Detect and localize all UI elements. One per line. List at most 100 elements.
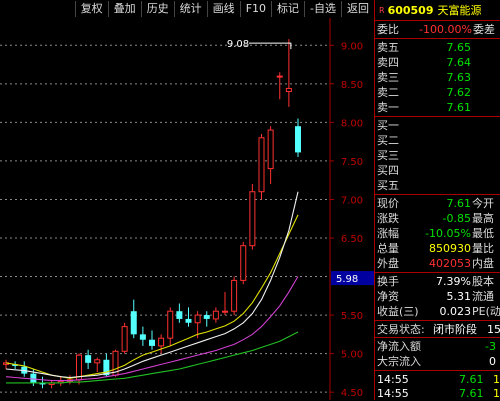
sell-level-price[interactable]: 7.63 (447, 70, 472, 85)
bulk-inflow-row: 大宗流入 0 (375, 354, 500, 369)
tick-row: 14:55 7.61 1 (375, 386, 500, 401)
candle-body (185, 318, 192, 323)
sell-level-price[interactable]: 7.62 (447, 85, 472, 100)
trade-status-label: 交易状态: (377, 323, 425, 336)
candle-body (149, 339, 155, 346)
quote-stat-value: -10.05% (425, 227, 471, 240)
buy-level-label: 买一 (377, 119, 399, 132)
candle-body (94, 359, 101, 364)
chart-toolbar: 复权 叠加 历史 统计 画线 F10 标记 -自选 返回 (0, 0, 374, 18)
quote-stat-right-label: 量比 (472, 242, 494, 255)
quote-stat-row: 总量 850930 量比 (375, 241, 500, 256)
bulk-inflow-value: 0 (489, 355, 496, 368)
fundamental-row: 换手 7.39% 股本 (375, 274, 500, 289)
sell-level-row: 卖四 7.64 (375, 55, 500, 70)
quote-stat-right-label: 最低 (472, 227, 494, 240)
divider (375, 370, 500, 371)
back-button[interactable]: 返回 (341, 1, 374, 17)
fundamental-right-label: 流通 (472, 290, 494, 303)
quote-stat-right-label: 今开 (472, 197, 494, 210)
sell-level-row: 卖五 7.65 (375, 40, 500, 55)
y-tick-label: 8.50 (341, 80, 363, 91)
fundamental-value: 7.39% (436, 275, 471, 288)
candle-body (203, 315, 210, 319)
fundamental-right-label: PE(动 (472, 305, 500, 318)
history-button[interactable]: 历史 (140, 1, 174, 17)
weicha-label: 委差 (473, 23, 495, 36)
tick-time: 14:55 (377, 387, 409, 400)
statistics-button[interactable]: 统计 (173, 1, 207, 17)
trade-status-value: 闭市阶段 (433, 323, 477, 336)
weibi-label: 委比 (377, 23, 399, 36)
quote-stat-right-label: 最高 (472, 212, 494, 225)
tick-row: 14:55 7.61 1 (375, 372, 500, 387)
quote-stat-row: 涨跌 -0.85 最高 (375, 211, 500, 226)
fundamental-right-label: 股本 (472, 275, 494, 288)
quote-stat-label: 总量 (377, 242, 399, 255)
candle-body (276, 75, 283, 78)
divider (375, 194, 500, 195)
stock-code[interactable]: 600509 (388, 4, 434, 17)
remove-watchlist-button[interactable]: -自选 (304, 1, 341, 17)
sell-level-price[interactable]: 7.65 (447, 40, 472, 55)
buy-level-row: 买一 (375, 118, 500, 133)
candle-body (258, 137, 265, 193)
weibi-row: 委比 -100.00% 委差 (375, 22, 500, 37)
sell-level-label: 卖五 (377, 41, 399, 54)
sell-level-row: 卖二 7.62 (375, 85, 500, 100)
sell-level-price[interactable]: 7.61 (447, 100, 472, 115)
divider (375, 20, 500, 21)
candle-body (30, 373, 37, 383)
ma-magenta-line (5, 276, 299, 382)
fuquan-button[interactable]: 复权 (74, 1, 108, 17)
mark-button[interactable]: 标记 (271, 1, 304, 17)
quote-stat-row: 现价 7.61 今开 (375, 196, 500, 211)
quote-stat-right-label: 内盘 (472, 257, 494, 270)
buy-level-row: 买五 (375, 178, 500, 193)
stock-name[interactable]: 天富能源 (438, 2, 482, 18)
candle-body (130, 311, 137, 335)
tick-volume: 1 (493, 387, 500, 400)
quote-stat-row: 涨幅 -10.05% 最低 (375, 226, 500, 241)
divider (375, 272, 500, 273)
sell-level-label: 卖三 (377, 71, 399, 84)
fundamental-value: 0.023 (439, 305, 472, 318)
quote-stat-value: -0.85 (442, 212, 471, 225)
divider (375, 337, 500, 338)
y-tick-label: 5.50 (341, 311, 363, 322)
quote-stat-value: 402053 (429, 257, 471, 270)
y-tick-label: 7.50 (341, 157, 363, 168)
sell-level-price[interactable]: 7.64 (447, 55, 472, 70)
draw-line-button[interactable]: 画线 (206, 1, 240, 17)
quote-stat-label: 现价 (377, 197, 399, 210)
y-tick-label: 7.00 (341, 195, 363, 206)
high-annotation-line (248, 42, 292, 50)
candle-body (249, 191, 256, 247)
candle-body (240, 245, 247, 281)
candlestick-chart[interactable]: 9.008.508.007.507.006.506.005.505.004.50… (0, 18, 374, 400)
candle-body (121, 326, 128, 352)
buy-level-label: 买四 (377, 164, 399, 177)
buy-level-label: 买二 (377, 134, 399, 147)
f10-button[interactable]: F10 (239, 1, 271, 17)
stock-header: R 600509 天富能源 (375, 0, 500, 20)
candle-body (222, 310, 228, 313)
divider (375, 38, 500, 39)
quote-stat-value: 7.61 (446, 197, 472, 210)
fundamental-row: 收益(三) 0.023 PE(动 (375, 304, 500, 319)
overlay-button[interactable]: 叠加 (107, 1, 141, 17)
high-annotation-label: 9.08 (227, 39, 249, 50)
sell-level-label: 卖四 (377, 56, 399, 69)
sell-level-label: 卖二 (377, 86, 399, 99)
fundamental-value: 5.31 (446, 290, 472, 303)
y-tick-label: 6.50 (341, 234, 363, 245)
candle-body (295, 126, 301, 153)
candle-body (85, 355, 92, 363)
quote-stat-label: 外盘 (377, 257, 399, 270)
price-marker-label: 5.98 (336, 274, 358, 285)
divider (375, 116, 500, 117)
candle-body (176, 311, 183, 319)
y-tick-label: 5.00 (341, 350, 363, 361)
net-inflow-value: -3 (485, 340, 496, 353)
weibi-value: -100.00% (419, 23, 472, 36)
